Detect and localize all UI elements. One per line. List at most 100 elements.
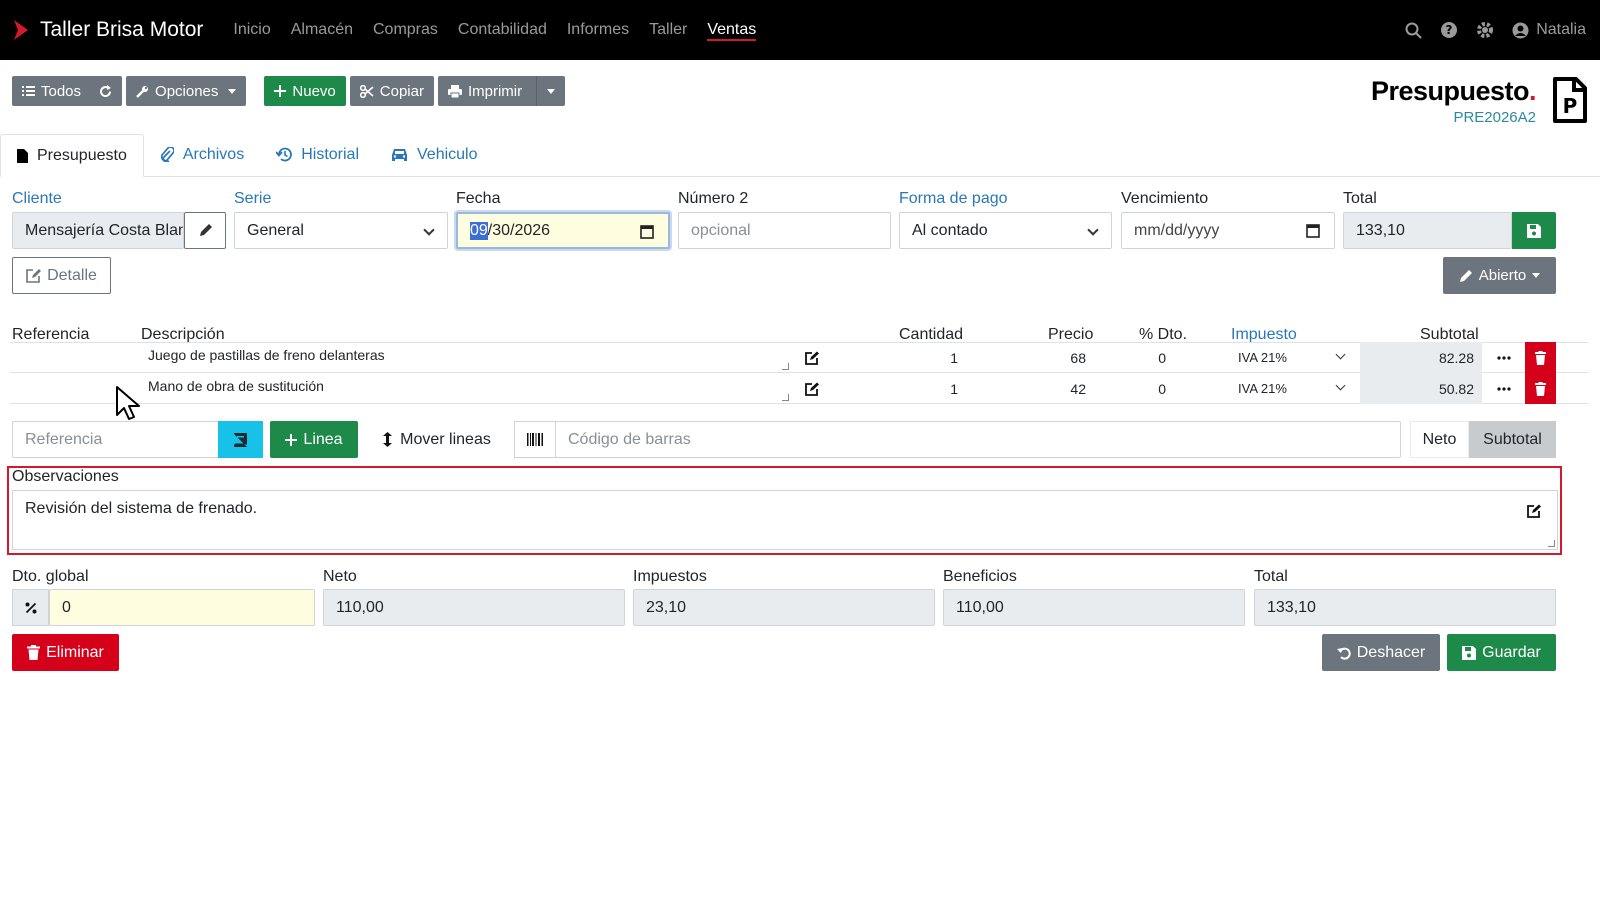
- line-more-button[interactable]: [1482, 342, 1525, 373]
- nav-item-informes[interactable]: Informes: [567, 0, 629, 60]
- add-line-label: Linea: [303, 430, 343, 448]
- fecha-rest: /30/2026: [487, 221, 551, 239]
- total-final-field: 133,10: [1254, 589, 1556, 626]
- search-product-button[interactable]: [218, 421, 263, 458]
- copiar-label: Copiar: [379, 82, 424, 100]
- calendar-icon[interactable]: [640, 224, 654, 239]
- line-descripcion[interactable]: Mano de obra de sustitución: [138, 373, 793, 404]
- tab-vehiculo[interactable]: Vehiculo: [375, 133, 494, 176]
- history-icon: [276, 147, 293, 162]
- delete-line-button[interactable]: [1525, 373, 1556, 404]
- nav-item-contabilidad[interactable]: Contabilidad: [458, 0, 547, 60]
- forma-pago-value: Al contado: [912, 221, 988, 239]
- line-precio[interactable]: 68: [970, 342, 1086, 373]
- estado-button[interactable]: Abierto: [1443, 257, 1556, 294]
- help-icon[interactable]: ?: [1440, 21, 1458, 39]
- serie-value: General: [247, 221, 304, 239]
- line-impuesto-value: IVA 21%: [1238, 350, 1287, 365]
- vencimiento-input[interactable]: mm/dd/yyyy: [1121, 212, 1335, 249]
- line-dto[interactable]: 0: [1095, 373, 1166, 404]
- edit-cliente-button[interactable]: [184, 212, 226, 249]
- forma-pago-select[interactable]: Al contado: [899, 212, 1112, 249]
- imprimir-button[interactable]: Imprimir: [437, 76, 566, 106]
- dto-global-input[interactable]: 0: [49, 589, 315, 626]
- refresh-icon[interactable]: [99, 84, 112, 98]
- gear-icon[interactable]: [1476, 21, 1494, 39]
- referencia-input[interactable]: Referencia: [12, 421, 219, 458]
- document-title-dot: .: [1528, 76, 1537, 106]
- deshacer-button[interactable]: Deshacer: [1322, 634, 1440, 671]
- tab-archivos[interactable]: Archivos: [144, 133, 260, 176]
- chevron-down-icon: [1335, 380, 1346, 391]
- move-lines-label: Mover lineas: [400, 430, 491, 448]
- edit-line-button[interactable]: [796, 373, 828, 404]
- fecha-input[interactable]: 09/30/2026: [456, 212, 670, 249]
- nav-item-ventas[interactable]: Ventas: [707, 0, 756, 60]
- detalle-button[interactable]: Detalle: [12, 257, 111, 294]
- delete-line-button[interactable]: [1525, 342, 1556, 373]
- detalle-label: Detalle: [47, 266, 97, 284]
- document-type: Presupuesto: [1370, 76, 1530, 106]
- calendar-icon[interactable]: [1306, 223, 1320, 238]
- chevron-down-icon: [1335, 349, 1346, 360]
- nuevo-button[interactable]: Nuevo: [264, 76, 346, 106]
- nav-item-taller[interactable]: Taller: [649, 0, 687, 60]
- line-impuesto-select[interactable]: IVA 21%: [1238, 373, 1358, 404]
- neto-toggle[interactable]: Neto: [1410, 421, 1469, 458]
- line-impuesto-select[interactable]: IVA 21%: [1238, 342, 1358, 373]
- subtotal-toggle[interactable]: Subtotal: [1469, 421, 1556, 458]
- line-subtotal: 82.28: [1360, 342, 1482, 373]
- cliente-label[interactable]: Cliente: [12, 190, 62, 208]
- todos-button[interactable]: Todos: [12, 76, 123, 106]
- imprimir-dropdown-icon[interactable]: [547, 88, 556, 94]
- brand[interactable]: Taller Brisa Motor: [14, 18, 203, 42]
- numero2-label: Número 2: [678, 190, 749, 207]
- printer-icon: [447, 84, 462, 98]
- tab-presupuesto[interactable]: Presupuesto: [0, 134, 144, 177]
- save-icon: [1527, 223, 1541, 238]
- barcode-input[interactable]: Código de barras: [555, 421, 1401, 458]
- line-descripcion-text: Juego de pastillas de freno delanteras: [148, 347, 385, 363]
- tab-historial[interactable]: Historial: [260, 133, 375, 176]
- serie-label[interactable]: Serie: [234, 190, 271, 208]
- arrows-vertical-icon: [383, 432, 393, 447]
- line-more-button[interactable]: [1482, 373, 1525, 404]
- tab-presupuesto-label: Presupuesto: [37, 146, 127, 164]
- pencil-icon: [199, 224, 212, 236]
- nav-item-inicio[interactable]: Inicio: [233, 0, 270, 60]
- add-line-button[interactable]: Linea: [270, 421, 358, 458]
- save-total-button[interactable]: [1512, 212, 1556, 249]
- move-lines-button[interactable]: Mover lineas: [370, 421, 504, 458]
- copiar-button[interactable]: Copiar: [349, 76, 434, 106]
- user-menu[interactable]: Natalia: [1512, 21, 1586, 39]
- line-dto[interactable]: 0: [1095, 342, 1166, 373]
- observaciones-textarea[interactable]: Revisión del sistema de frenado.: [12, 490, 1558, 550]
- line-referencia[interactable]: [10, 342, 138, 373]
- line-cantidad[interactable]: 1: [828, 342, 958, 373]
- search-icon[interactable]: [1404, 21, 1422, 39]
- opciones-button[interactable]: Opciones: [126, 76, 247, 106]
- guardar-button[interactable]: Guardar: [1447, 634, 1556, 671]
- list-icon: [22, 86, 35, 96]
- cliente-field[interactable]: Mensajería Costa Blanca: [12, 212, 184, 249]
- edit-icon[interactable]: [1527, 504, 1541, 518]
- edit-icon: [805, 351, 819, 365]
- undo-icon: [1336, 647, 1351, 660]
- nav-item-almacen[interactable]: Almacén: [291, 0, 353, 60]
- edit-line-button[interactable]: [796, 342, 828, 373]
- line-cantidad[interactable]: 1: [828, 373, 958, 404]
- forma-pago-label[interactable]: Forma de pago: [899, 190, 1008, 208]
- paperclip-icon: [160, 147, 174, 162]
- numero2-input[interactable]: opcional: [678, 212, 891, 249]
- nav-item-compras[interactable]: Compras: [373, 0, 438, 60]
- document-code[interactable]: PRE2026A2: [1371, 109, 1536, 126]
- dto-global-label: Dto. global: [12, 568, 89, 585]
- line-precio[interactable]: 42: [970, 373, 1086, 404]
- eliminar-button[interactable]: Eliminar: [12, 634, 119, 671]
- chevron-down-icon: [423, 224, 435, 236]
- document-title: Presupuesto. PRE2026A2: [1370, 76, 1537, 126]
- line-descripcion[interactable]: Juego de pastillas de freno delanteras: [138, 342, 793, 373]
- serie-select[interactable]: General: [234, 212, 448, 249]
- car-icon: [392, 148, 407, 161]
- trash-icon: [1535, 350, 1546, 365]
